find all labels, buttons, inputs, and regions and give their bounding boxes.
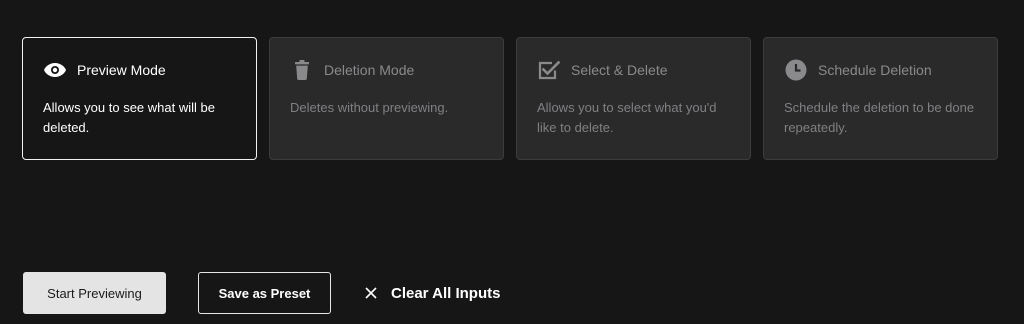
deletion-mode-panel: Preview Mode Allows you to see what will… [0, 0, 1024, 324]
mode-card-description: Deletes without previewing. [290, 100, 449, 115]
mode-card-schedule[interactable]: Schedule Deletion Schedule the deletion … [763, 37, 998, 160]
save-preset-button[interactable]: Save as Preset [198, 272, 331, 314]
mode-card-description: Schedule the deletion to be done repeate… [784, 100, 975, 135]
mode-card-description: Allows you to select what you'd like to … [537, 100, 717, 135]
mode-card-title: Select & Delete [571, 62, 668, 78]
action-bar: Start Previewing Save as Preset Clear Al… [23, 272, 500, 314]
mode-selector: Preview Mode Allows you to see what will… [22, 37, 998, 160]
mode-card-deletion[interactable]: Deletion Mode Deletes without previewing… [269, 37, 504, 160]
trash-icon [290, 60, 314, 80]
mode-card-select-delete[interactable]: Select & Delete Allows you to select wha… [516, 37, 751, 160]
clock-icon [784, 59, 808, 81]
mode-card-description: Allows you to see what will be deleted. [43, 100, 215, 135]
close-icon [365, 287, 377, 299]
checkbox-icon [537, 60, 561, 80]
mode-card-header: Deletion Mode [290, 60, 483, 80]
clear-all-inputs-button[interactable]: Clear All Inputs [365, 272, 500, 314]
mode-card-title: Preview Mode [77, 62, 166, 78]
mode-card-header: Preview Mode [43, 60, 236, 80]
mode-card-title: Deletion Mode [324, 62, 415, 78]
clear-all-label: Clear All Inputs [391, 284, 501, 302]
start-previewing-button[interactable]: Start Previewing [23, 272, 166, 314]
mode-card-header: Schedule Deletion [784, 59, 977, 81]
mode-card-header: Select & Delete [537, 60, 730, 80]
eye-icon [43, 60, 67, 80]
mode-card-title: Schedule Deletion [818, 62, 932, 78]
mode-card-preview[interactable]: Preview Mode Allows you to see what will… [22, 37, 257, 160]
